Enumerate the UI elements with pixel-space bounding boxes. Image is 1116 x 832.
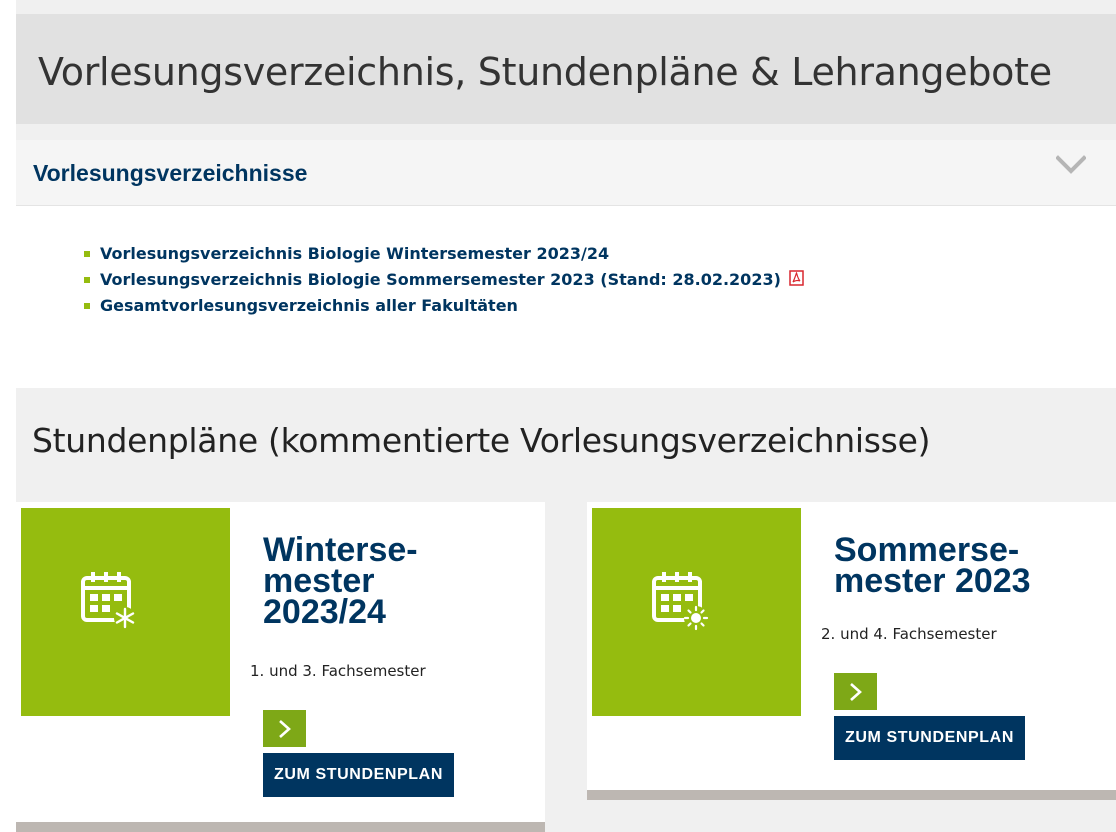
bullet-icon [84, 277, 90, 283]
card-title: Sommerse- mester 2023 [834, 531, 1031, 600]
arrow-button[interactable] [263, 710, 306, 747]
calendar-tile [21, 508, 230, 716]
chevron-down-icon[interactable] [1056, 154, 1086, 176]
accordion-vorlesungsverzeichnisse: Vorlesungsverzeichnisse Vorlesungsverzei… [16, 140, 1116, 388]
chevron-right-icon [279, 720, 291, 738]
section-title-stundenplaene: Stundenpläne (kommentierte Vorlesungsver… [32, 421, 931, 460]
list-item: Gesamtvorlesungsverzeichnis aller Fakult… [84, 293, 804, 319]
calendar-sun-icon [652, 572, 709, 631]
card-subtitle: 2. und 4. Fachsemester [821, 625, 997, 643]
arrow-button[interactable] [834, 673, 877, 710]
page: Vorlesungsverzeichnis, Stundenpläne & Le… [16, 0, 1116, 832]
zum-stundenplan-button[interactable]: ZUM STUNDENPLAN [263, 753, 454, 797]
card-shadow [16, 822, 545, 832]
card-title: Winterse- mester 2023/24 [263, 531, 418, 631]
page-title: Vorlesungsverzeichnis, Stundenpläne & Le… [38, 50, 1052, 94]
card-shadow [587, 790, 1116, 800]
link-biologie-ws-2023-24[interactable]: Vorlesungsverzeichnis Biologie Wintersem… [100, 244, 609, 263]
accordion-title: Vorlesungsverzeichnisse [33, 160, 308, 186]
card-subtitle: 1. und 3. Fachsemester [250, 662, 426, 680]
zum-stundenplan-button[interactable]: ZUM STUNDENPLAN [834, 716, 1025, 760]
accordion-header[interactable]: Vorlesungsverzeichnisse [16, 140, 1116, 206]
link-biologie-ss-2023[interactable]: Vorlesungsverzeichnis Biologie Sommersem… [100, 270, 781, 289]
card-sommersemester: Sommerse- mester 2023 2. und 4. Fachseme… [587, 502, 1116, 800]
bullet-icon [84, 251, 90, 257]
bullet-icon [84, 303, 90, 309]
pdf-icon[interactable] [789, 270, 805, 286]
list-item: Vorlesungsverzeichnis Biologie Sommersem… [84, 267, 805, 293]
link-list: Vorlesungsverzeichnis Biologie Wintersem… [84, 241, 805, 319]
card-wintersemester: Winterse- mester 2023/24 1. und 3. Fachs… [16, 502, 545, 832]
link-gesamtvorlesungsverzeichnis[interactable]: Gesamtvorlesungsverzeichnis aller Fakult… [100, 296, 518, 315]
list-item: Vorlesungsverzeichnis Biologie Wintersem… [84, 241, 804, 267]
calendar-tile [592, 508, 801, 716]
calendar-snowflake-icon [81, 572, 136, 629]
page-header: Vorlesungsverzeichnis, Stundenpläne & Le… [16, 14, 1116, 124]
chevron-right-icon [850, 683, 862, 701]
